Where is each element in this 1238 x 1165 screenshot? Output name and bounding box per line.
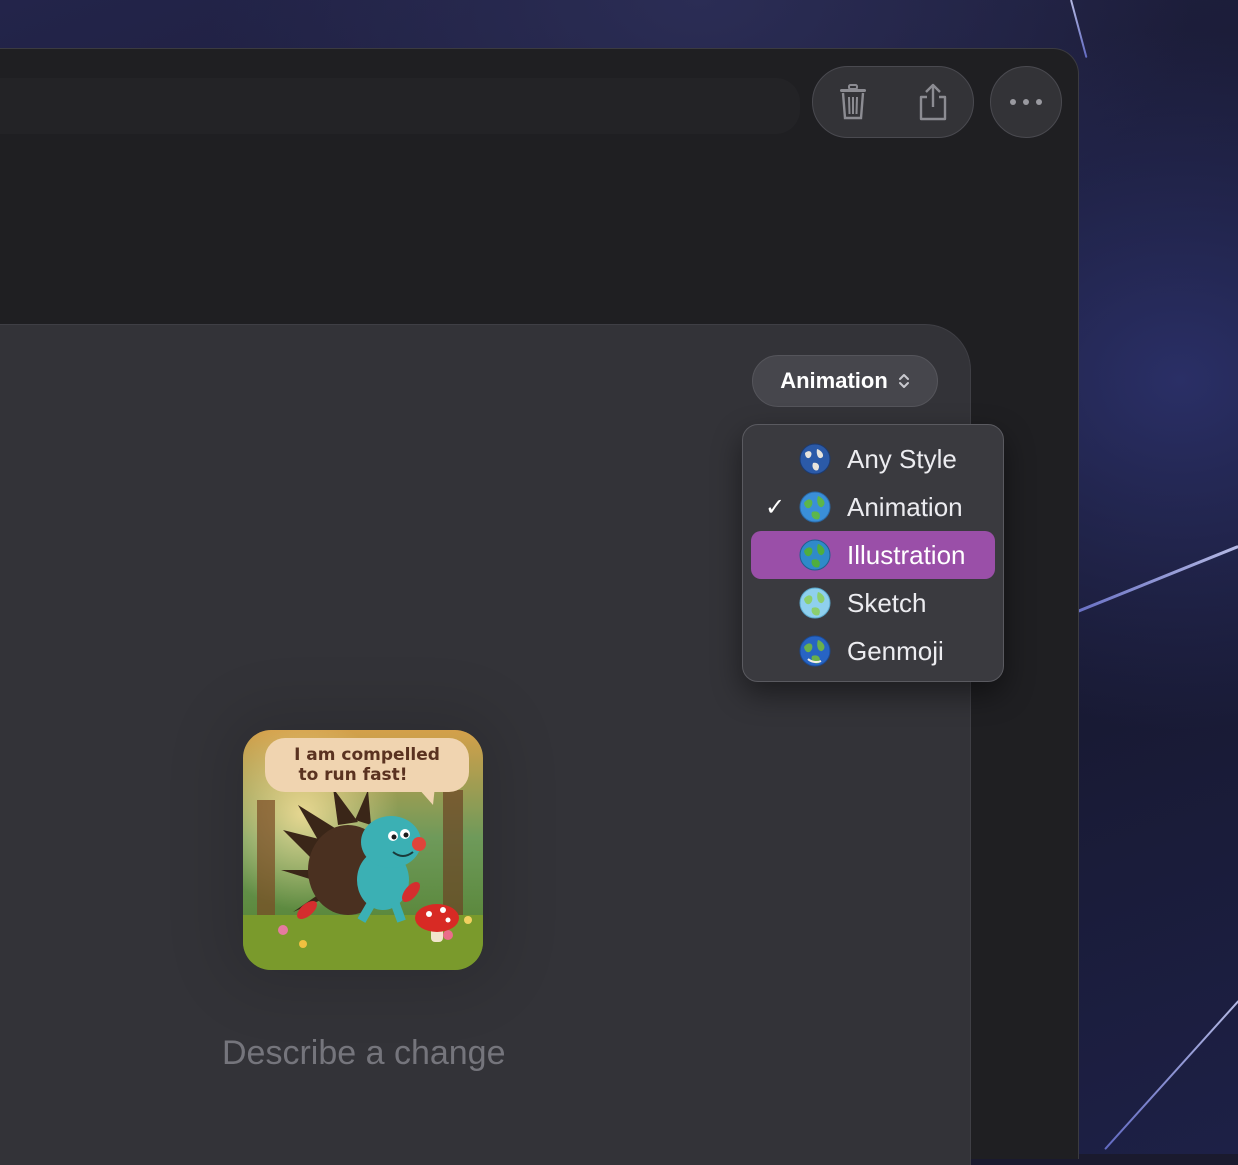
style-option-label: Sketch	[847, 587, 927, 618]
style-option-label: Animation	[847, 491, 963, 522]
speech-bubble-line2: to run fast!	[298, 765, 407, 785]
checkmark-icon: ✓	[765, 493, 786, 521]
style-picker-label: Animation	[780, 368, 888, 393]
style-option-any-style[interactable]: Any Style	[751, 435, 995, 483]
style-option-genmoji[interactable]: Genmoji	[751, 627, 995, 675]
globe-icon	[799, 635, 831, 667]
ellipsis-icon	[1010, 99, 1042, 105]
globe-icon	[799, 443, 831, 475]
toolbar-search-field[interactable]	[0, 78, 800, 134]
more-options-button[interactable]	[990, 66, 1062, 138]
speech-bubble-line1: I am compelled	[294, 745, 440, 765]
style-picker-button[interactable]: Animation	[752, 355, 938, 407]
globe-icon	[799, 587, 831, 619]
style-option-illustration[interactable]: Illustration	[751, 531, 995, 579]
chevron-up-down-icon	[898, 372, 910, 390]
globe-icon	[799, 491, 831, 523]
trash-icon[interactable]	[836, 82, 870, 122]
style-option-label: Illustration	[847, 539, 966, 570]
generated-image[interactable]: I am compelled to run fast!	[243, 730, 483, 970]
globe-icon	[799, 539, 831, 571]
style-menu: Any Style ✓ Animation Illustration Sketc…	[742, 424, 1004, 682]
style-option-label: Any Style	[847, 443, 957, 474]
style-option-sketch[interactable]: Sketch	[751, 579, 995, 627]
share-icon[interactable]	[916, 82, 950, 122]
style-option-label: Genmoji	[847, 635, 944, 666]
toolbar-action-group	[812, 66, 974, 138]
prompt-input[interactable]: Describe a change	[222, 1034, 506, 1073]
style-option-animation[interactable]: ✓ Animation	[751, 483, 995, 531]
